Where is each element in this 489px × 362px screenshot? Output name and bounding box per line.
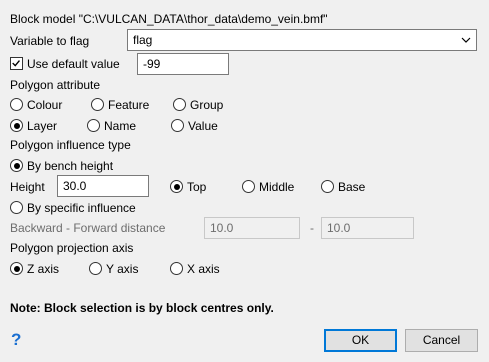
variable-to-flag-label: Variable to flag: [10, 34, 90, 48]
polygon-attribute-heading: Polygon attribute: [10, 78, 101, 92]
radio-y-axis[interactable]: [89, 262, 102, 275]
radio-x-axis[interactable]: [170, 262, 183, 275]
radio-feature-label: Feature: [108, 98, 150, 112]
radio-x-axis-label: X axis: [187, 262, 220, 276]
cancel-button[interactable]: Cancel: [405, 329, 478, 352]
height-label: Height: [10, 180, 45, 194]
radio-middle[interactable]: [242, 180, 255, 193]
checkmark-icon: [12, 60, 20, 67]
radio-group[interactable]: [173, 98, 186, 111]
radio-feature[interactable]: [91, 98, 104, 111]
radio-y-axis-label: Y axis: [106, 262, 139, 276]
radio-z-axis-label: Z axis: [27, 262, 60, 276]
chevron-down-icon: [461, 37, 471, 43]
help-icon[interactable]: ?: [11, 330, 21, 350]
variable-to-flag-select[interactable]: flag: [127, 29, 477, 51]
backward-forward-distance-label: Backward - Forward distance: [10, 221, 166, 235]
radio-z-axis[interactable]: [10, 262, 23, 275]
use-default-value-checkbox[interactable]: [10, 57, 23, 70]
variable-to-flag-value: flag: [133, 33, 153, 47]
radio-value[interactable]: [171, 119, 184, 132]
backward-distance-input[interactable]: 10.0: [204, 217, 300, 239]
radio-colour[interactable]: [10, 98, 23, 111]
default-value-input[interactable]: -99: [137, 53, 229, 75]
radio-group-label: Group: [190, 98, 224, 112]
height-value: 30.0: [63, 179, 87, 193]
ok-button[interactable]: OK: [324, 329, 397, 352]
radio-value-label: Value: [188, 119, 218, 133]
distance-separator: -: [310, 221, 314, 235]
radio-layer-label: Layer: [27, 119, 58, 133]
backward-distance-value: 10.0: [210, 221, 234, 235]
radio-by-bench-height-label: By bench height: [27, 159, 114, 173]
block-selection-note: Note: Block selection is by block centre…: [10, 301, 274, 315]
use-default-value-label: Use default value: [27, 57, 120, 71]
radio-layer[interactable]: [10, 119, 23, 132]
polygon-influence-type-heading: Polygon influence type: [10, 138, 131, 152]
forward-distance-value: 10.0: [327, 221, 351, 235]
polygon-projection-axis-heading: Polygon projection axis: [10, 241, 134, 255]
forward-distance-input[interactable]: 10.0: [321, 217, 414, 239]
radio-name[interactable]: [87, 119, 100, 132]
radio-middle-label: Middle: [259, 180, 295, 194]
radio-top[interactable]: [170, 180, 183, 193]
default-value-text: -99: [143, 57, 161, 71]
height-input[interactable]: 30.0: [57, 175, 149, 197]
radio-base-label: Base: [338, 180, 366, 194]
radio-top-label: Top: [187, 180, 207, 194]
radio-by-bench-height[interactable]: [10, 159, 23, 172]
radio-base[interactable]: [321, 180, 334, 193]
radio-by-specific-influence[interactable]: [10, 201, 23, 214]
radio-name-label: Name: [104, 119, 137, 133]
block-model-label: Block model "C:\VULCAN_DATA\thor_data\de…: [10, 12, 328, 26]
radio-colour-label: Colour: [27, 98, 63, 112]
radio-by-specific-influence-label: By specific influence: [27, 201, 136, 215]
